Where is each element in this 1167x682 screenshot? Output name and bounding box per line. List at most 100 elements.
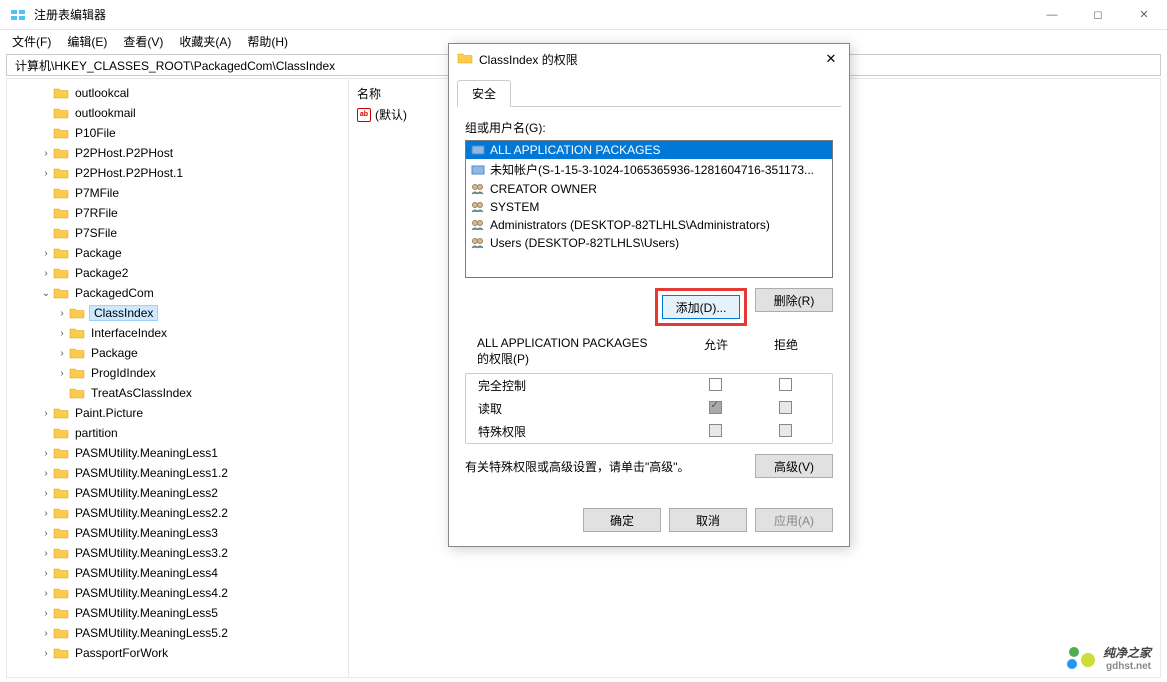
dialog-titlebar[interactable]: ClassIndex 的权限 ✕ bbox=[449, 44, 849, 74]
apply-button[interactable]: 应用(A) bbox=[755, 508, 833, 532]
chevron-icon[interactable]: ⌄ bbox=[39, 288, 53, 299]
chevron-icon[interactable]: › bbox=[39, 588, 53, 599]
folder-icon bbox=[53, 206, 69, 220]
tree-item[interactable]: ›Package bbox=[7, 343, 348, 363]
folder-icon bbox=[53, 126, 69, 140]
tree-item-label: PASMUtility.MeaningLess4.2 bbox=[73, 586, 230, 600]
ok-button[interactable]: 确定 bbox=[583, 508, 661, 532]
group-row[interactable]: 未知帐户(S-1-15-3-1024-1065365936-1281604716… bbox=[466, 159, 832, 180]
tree-item[interactable]: ›PassportForWork bbox=[7, 643, 348, 663]
tree-item-label: outlookmail bbox=[73, 106, 138, 120]
tree-item[interactable]: ›Package2 bbox=[7, 263, 348, 283]
tree-item[interactable]: ›ClassIndex bbox=[7, 303, 348, 323]
tree-item-label: TreatAsClassIndex bbox=[89, 386, 194, 400]
groups-listbox[interactable]: ALL APPLICATION PACKAGES未知帐户(S-1-15-3-10… bbox=[465, 140, 833, 278]
tree-item[interactable]: P7SFile bbox=[7, 223, 348, 243]
minimize-button[interactable]: — bbox=[1029, 0, 1075, 30]
string-icon: ab bbox=[357, 108, 371, 122]
tree-item-label: P2PHost.P2PHost bbox=[73, 146, 175, 160]
chevron-icon[interactable]: › bbox=[39, 548, 53, 559]
menu-file[interactable]: 文件(F) bbox=[4, 31, 59, 52]
users-icon bbox=[470, 218, 486, 232]
group-row[interactable]: CREATOR OWNER bbox=[466, 180, 832, 198]
chevron-icon[interactable]: › bbox=[39, 628, 53, 639]
chevron-icon[interactable]: › bbox=[55, 368, 69, 379]
menu-view[interactable]: 查看(V) bbox=[115, 31, 171, 52]
tree-item[interactable]: ›InterfaceIndex bbox=[7, 323, 348, 343]
chevron-icon[interactable]: › bbox=[39, 248, 53, 259]
chevron-icon[interactable]: › bbox=[39, 408, 53, 419]
tree-item[interactable]: ›PASMUtility.MeaningLess1 bbox=[7, 443, 348, 463]
folder-icon bbox=[53, 526, 69, 540]
tree-item[interactable]: ›PASMUtility.MeaningLess1.2 bbox=[7, 463, 348, 483]
chevron-icon[interactable]: › bbox=[39, 168, 53, 179]
group-row[interactable]: SYSTEM bbox=[466, 198, 832, 216]
chevron-icon[interactable]: › bbox=[39, 488, 53, 499]
group-row[interactable]: ALL APPLICATION PACKAGES bbox=[466, 141, 832, 159]
cancel-button[interactable]: 取消 bbox=[669, 508, 747, 532]
chevron-icon[interactable]: › bbox=[39, 568, 53, 579]
tree-item[interactable]: › P2PHost.P2PHost bbox=[7, 143, 348, 163]
chevron-icon[interactable]: › bbox=[55, 308, 69, 319]
allow-checkbox[interactable] bbox=[709, 378, 722, 391]
advanced-button[interactable]: 高级(V) bbox=[755, 454, 833, 478]
chevron-icon[interactable]: › bbox=[39, 508, 53, 519]
menu-favorites[interactable]: 收藏夹(A) bbox=[171, 31, 239, 52]
deny-checkbox[interactable] bbox=[779, 378, 792, 391]
tree-item[interactable]: outlookmail bbox=[7, 103, 348, 123]
chevron-icon[interactable]: › bbox=[39, 608, 53, 619]
tree-item[interactable]: ›P2PHost.P2PHost.1 bbox=[7, 163, 348, 183]
chevron-icon[interactable]: › bbox=[39, 148, 53, 159]
tree-item[interactable]: ›PASMUtility.MeaningLess3 bbox=[7, 523, 348, 543]
deny-checkbox[interactable] bbox=[779, 401, 792, 414]
allow-checkbox[interactable] bbox=[709, 424, 722, 437]
tree-item[interactable]: › Paint.Picture bbox=[7, 403, 348, 423]
chevron-icon[interactable]: › bbox=[55, 348, 69, 359]
chevron-icon[interactable]: › bbox=[39, 648, 53, 659]
tree-item[interactable]: ›Package bbox=[7, 243, 348, 263]
tree-item[interactable]: ›PASMUtility.MeaningLess2 bbox=[7, 483, 348, 503]
group-label: CREATOR OWNER bbox=[490, 182, 597, 196]
tree-item[interactable]: › PASMUtility.MeaningLess4.2 bbox=[7, 583, 348, 603]
chevron-icon[interactable]: › bbox=[55, 328, 69, 339]
chevron-icon[interactable]: › bbox=[39, 468, 53, 479]
tree-item[interactable]: ›ProgIdIndex bbox=[7, 363, 348, 383]
tree-item[interactable]: ›PASMUtility.MeaningLess5.2 bbox=[7, 623, 348, 643]
registry-tree[interactable]: outlookcaloutlookmailP10File›P2PHost.P2P… bbox=[7, 79, 349, 677]
chevron-icon[interactable]: › bbox=[39, 528, 53, 539]
tree-item[interactable]: outlookcal bbox=[7, 83, 348, 103]
tree-item[interactable]: › PASMUtility.MeaningLess3.2 bbox=[7, 543, 348, 563]
group-row[interactable]: Users (DESKTOP-82TLHLS\Users) bbox=[466, 234, 832, 252]
tree-item[interactable]: ›PASMUtility.MeaningLess4 bbox=[7, 563, 348, 583]
tree-item-label: PASMUtility.MeaningLess3.2 bbox=[73, 546, 230, 560]
add-button[interactable]: 添加(D)... bbox=[662, 295, 740, 319]
watermark: 纯净之家 gdhst.net bbox=[1067, 644, 1151, 672]
tree-item[interactable]: TreatAsClassIndex bbox=[7, 383, 348, 403]
menu-help[interactable]: 帮助(H) bbox=[239, 31, 296, 52]
tree-item-label: P7MFile bbox=[73, 186, 121, 200]
chevron-icon[interactable]: › bbox=[39, 268, 53, 279]
close-button[interactable]: ✕ bbox=[1121, 0, 1167, 30]
maximize-button[interactable]: ◻ bbox=[1075, 0, 1121, 30]
tab-security[interactable]: 安全 bbox=[457, 80, 511, 107]
tree-item[interactable]: P7MFile bbox=[7, 183, 348, 203]
tree-item-label: PASMUtility.MeaningLess2.2 bbox=[73, 506, 230, 520]
tree-item[interactable]: ›PASMUtility.MeaningLess5 bbox=[7, 603, 348, 623]
tree-item[interactable]: P10File bbox=[7, 123, 348, 143]
chevron-icon[interactable]: › bbox=[39, 448, 53, 459]
watermark-icon bbox=[1067, 645, 1095, 671]
remove-button[interactable]: 删除(R) bbox=[755, 288, 833, 312]
deny-checkbox[interactable] bbox=[779, 424, 792, 437]
allow-checkbox[interactable] bbox=[709, 401, 722, 414]
permission-row: 读取 bbox=[466, 397, 832, 420]
tree-item-label: Paint.Picture bbox=[73, 406, 145, 420]
group-row[interactable]: Administrators (DESKTOP-82TLHLS\Administ… bbox=[466, 216, 832, 234]
tree-item[interactable]: › PASMUtility.MeaningLess2.2 bbox=[7, 503, 348, 523]
tree-item[interactable]: ⌄PackagedCom bbox=[7, 283, 348, 303]
folder-icon bbox=[53, 246, 69, 260]
tree-item[interactable]: partition bbox=[7, 423, 348, 443]
tree-item-label: partition bbox=[73, 426, 120, 440]
tree-item[interactable]: P7RFile bbox=[7, 203, 348, 223]
menu-edit[interactable]: 编辑(E) bbox=[59, 31, 115, 52]
dialog-close-button[interactable]: ✕ bbox=[817, 48, 845, 70]
